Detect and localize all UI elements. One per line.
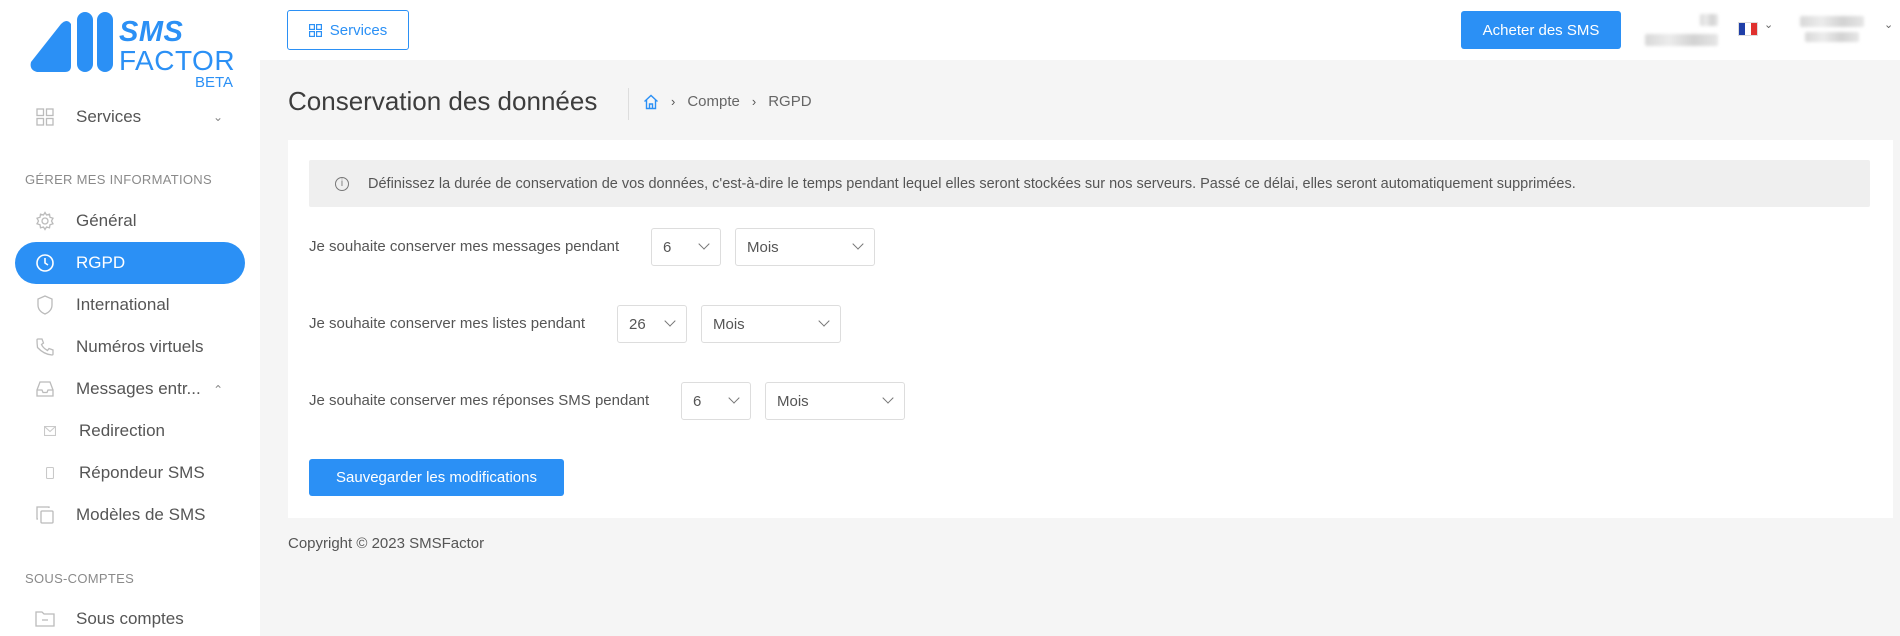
lists-retention-label: Je souhaite conserver mes listes pendant: [309, 315, 585, 332]
account-name-blurred: [1645, 34, 1718, 46]
breadcrumb: › Compte › RGPD: [643, 93, 812, 110]
services-button-label: Services: [329, 21, 388, 39]
sidebar-subitem-redirection[interactable]: Redirection: [15, 410, 245, 452]
sidebar-item-general[interactable]: Général: [15, 200, 245, 242]
sidebar-item-label: Services: [76, 107, 142, 126]
chevron-down-icon: [664, 315, 676, 327]
sidebar-item-rgpd[interactable]: RGPD: [15, 242, 245, 284]
messages-unit-select[interactable]: Mois: [735, 228, 875, 266]
mail-icon: [43, 424, 57, 438]
chevron-down-icon: [852, 238, 864, 250]
sidebar-item-international[interactable]: International: [15, 284, 245, 326]
sidebar-item-label: Redirection: [79, 421, 165, 440]
topbar: Services Acheter des SMS ⌄ ⌄: [260, 0, 1900, 60]
responses-retention-label: Je souhaite conserver mes réponses SMS p…: [309, 392, 650, 409]
shield-icon: [34, 294, 56, 316]
section-title-manage: GÉRER MES INFORMATIONS: [25, 172, 212, 187]
breadcrumb-item-account[interactable]: Compte: [687, 93, 740, 110]
sidebar-item-label: International: [76, 295, 170, 314]
inbox-icon: [34, 378, 56, 400]
breadcrumb-separator-icon: ›: [751, 94, 757, 109]
select-value: 26: [629, 315, 646, 333]
select-value: Mois: [747, 238, 779, 256]
sidebar-item-incoming-messages[interactable]: Messages entr... ⌄: [15, 368, 245, 410]
mobile-icon: [43, 466, 57, 480]
sidebar-item-label: Numéros virtuels: [76, 337, 204, 356]
sidebar-item-sub-accounts[interactable]: Sous comptes: [15, 598, 245, 636]
user-menu-chevron-down-icon[interactable]: ⌄: [1884, 18, 1893, 31]
sidebar-item-label: Messages entr...: [76, 379, 201, 398]
retention-card: i Définissez la durée de conservation de…: [288, 140, 1893, 518]
grid-icon: [308, 23, 322, 37]
messages-retention-label: Je souhaite conserver mes messages penda…: [309, 238, 620, 255]
sidebar-subitem-sms-responder[interactable]: Répondeur SMS: [15, 452, 245, 494]
chevron-up-icon: ⌄: [212, 382, 223, 396]
section-title-sub-accounts: SOUS-COMPTES: [25, 571, 135, 586]
title-divider: [628, 88, 629, 120]
account-balance-blurred: [1700, 14, 1718, 26]
grid-icon: [34, 106, 56, 128]
sidebar: SMS FACTOR BETA Services ⌄ GÉRER MES INF…: [0, 0, 260, 636]
chevron-down-icon: [882, 392, 894, 404]
sidebar-item-virtual-numbers[interactable]: Numéros virtuels: [15, 326, 245, 368]
info-icon: i: [335, 176, 349, 191]
save-button[interactable]: Sauvegarder les modifications: [309, 459, 564, 496]
lists-unit-select[interactable]: Mois: [701, 305, 841, 343]
messages-duration-select[interactable]: 6: [651, 228, 721, 266]
lists-duration-select[interactable]: 26: [617, 305, 687, 343]
sidebar-item-services[interactable]: Services ⌄: [15, 96, 245, 138]
french-flag-icon[interactable]: [1738, 22, 1758, 36]
logo-text: SMS FACTOR BETA: [119, 16, 236, 91]
gear-icon: [34, 210, 56, 232]
select-value: Mois: [713, 315, 745, 333]
clock-icon: [34, 252, 56, 274]
copyright: Copyright © 2023 SMSFactor: [288, 535, 485, 552]
chevron-down-icon: [818, 315, 830, 327]
sidebar-item-label: Répondeur SMS: [79, 463, 205, 482]
home-icon[interactable]: [643, 94, 659, 110]
logo-line2: FACTOR: [119, 45, 236, 76]
logo-mark-icon: [30, 12, 113, 72]
phone-icon: [34, 336, 56, 358]
logo-line3: BETA: [194, 74, 234, 91]
select-value: Mois: [777, 392, 809, 410]
page-title: Conservation des données: [288, 86, 598, 116]
services-button[interactable]: Services: [287, 10, 409, 50]
user-email-blurred: [1805, 32, 1859, 42]
select-value: 6: [663, 238, 672, 256]
logo-line1: SMS: [119, 16, 184, 48]
select-value: 6: [693, 392, 702, 410]
chevron-down-icon: ⌄: [212, 110, 223, 124]
chevron-down-icon: [728, 392, 740, 404]
sidebar-item-label: Modèles de SMS: [76, 505, 206, 524]
sidebar-item-label: RGPD: [76, 253, 126, 272]
chevron-down-icon: [698, 238, 710, 250]
folder-icon: [34, 608, 56, 630]
buy-sms-button[interactable]: Acheter des SMS: [1461, 11, 1621, 49]
responses-unit-select[interactable]: Mois: [765, 382, 905, 420]
info-alert: i Définissez la durée de conservation de…: [309, 160, 1870, 207]
info-text: Définissez la durée de conservation de v…: [368, 175, 1576, 192]
sidebar-item-label: Général: [76, 211, 137, 230]
logo[interactable]: SMS FACTOR BETA: [27, 10, 235, 90]
copy-icon: [34, 504, 56, 526]
user-name-blurred: [1800, 16, 1864, 27]
language-chevron-down-icon[interactable]: ⌄: [1764, 18, 1773, 31]
responses-duration-select[interactable]: 6: [681, 382, 751, 420]
breadcrumb-separator-icon: ›: [671, 94, 676, 109]
sidebar-item-sms-templates[interactable]: Modèles de SMS: [15, 494, 245, 536]
sidebar-item-label: Sous comptes: [76, 609, 184, 628]
breadcrumb-item-rgpd: RGPD: [768, 93, 812, 110]
